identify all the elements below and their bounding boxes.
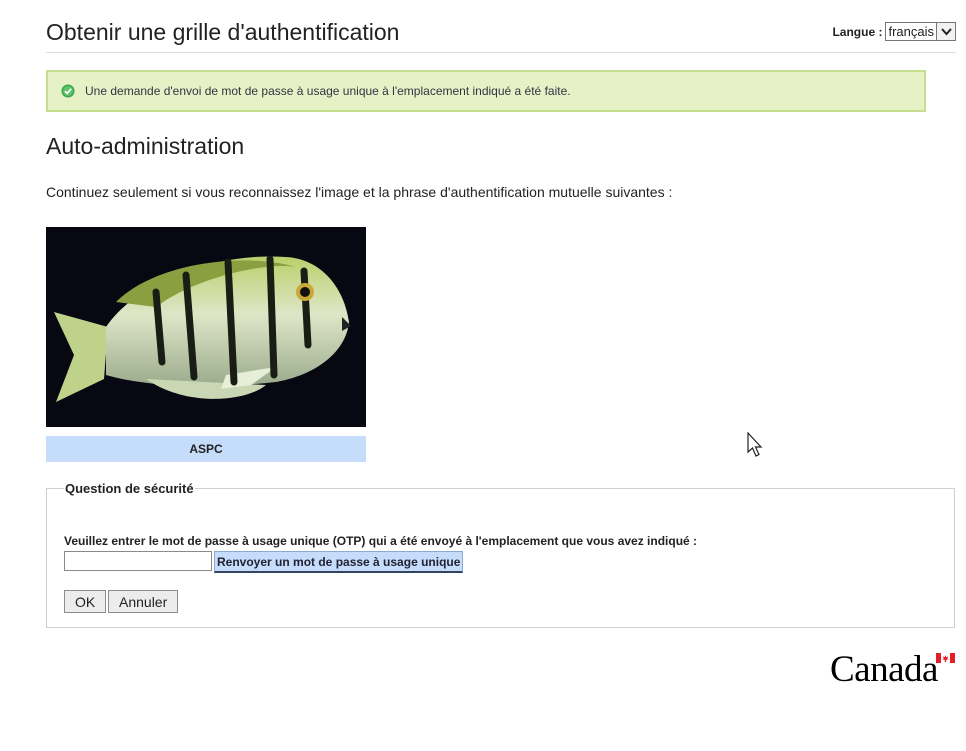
page-title: Obtenir une grille d'authentification — [46, 19, 400, 45]
section-title: Auto-administration — [46, 133, 245, 159]
check-circle-icon — [61, 84, 75, 98]
language-label: Langue : — [832, 24, 883, 39]
canada-flag-icon — [936, 653, 955, 663]
resend-otp-button[interactable]: Renvoyer un mot de passe à usage unique — [214, 551, 464, 573]
security-question-fieldset: Question de sécurité Veuillez entrer le … — [46, 481, 955, 628]
cancel-button[interactable]: Annuler — [108, 590, 179, 613]
otp-input[interactable] — [64, 551, 212, 571]
chevron-down-icon[interactable] — [936, 23, 955, 40]
otp-label: Veuillez entrer le mot de passe à usage … — [64, 534, 698, 548]
authentication-image — [46, 227, 366, 427]
canada-wordmark: Canada — [830, 649, 938, 690]
mouse-cursor-icon — [747, 432, 763, 457]
fish-image — [46, 227, 366, 427]
success-notice: Une demande d'envoi de mot de passe à us… — [46, 70, 926, 112]
success-message: Une demande d'envoi de mot de passe à us… — [85, 84, 571, 98]
ok-button[interactable]: OK — [64, 590, 107, 613]
intro-text: Continuez seulement si vous reconnaissez… — [46, 184, 673, 200]
language-select[interactable]: français — [885, 22, 956, 41]
image-caption: ASPC — [46, 436, 366, 462]
page-header: Obtenir une grille d'authentification La… — [46, 18, 956, 53]
language-value[interactable]: français — [886, 23, 936, 40]
language-selector: Langue : français — [832, 22, 956, 41]
security-legend: Question de sécurité — [65, 481, 194, 496]
